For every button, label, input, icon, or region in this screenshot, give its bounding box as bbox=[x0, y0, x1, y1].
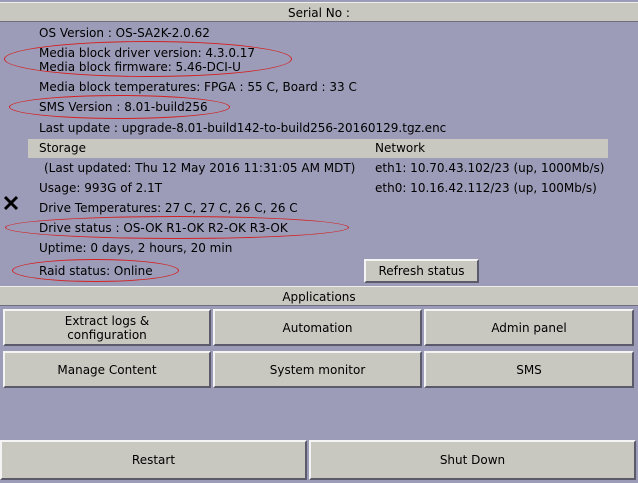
sms-version: SMS Version : 8.01-build256 bbox=[39, 100, 208, 114]
storage-usage: Usage: 993G of 2.1T bbox=[39, 181, 163, 195]
system-monitor-button[interactable]: System monitor bbox=[213, 351, 422, 388]
applications-title: Applications bbox=[282, 290, 356, 304]
extract-logs-label-line1: Extract logs & bbox=[64, 313, 150, 328]
drive-status: Drive status : OS-OK R1-OK R2-OK R3-OK bbox=[39, 221, 288, 235]
restart-button[interactable]: Restart bbox=[0, 440, 307, 480]
media-block-driver: Media block driver version: 4.3.0.17 bbox=[39, 46, 256, 60]
storage-header: Storage bbox=[39, 141, 86, 155]
last-update: Last update : upgrade-8.01-build142-to-b… bbox=[39, 121, 447, 135]
media-block-firmware: Media block firmware: 5.46-DCI-U bbox=[39, 60, 241, 74]
manage-content-button[interactable]: Manage Content bbox=[3, 351, 211, 388]
shut-down-button[interactable]: Shut Down bbox=[309, 440, 636, 480]
extract-logs-label: Extract logs & configuration bbox=[65, 314, 150, 342]
applications-header: Applications bbox=[0, 286, 638, 306]
uptime: Uptime: 0 days, 2 hours, 20 min bbox=[39, 241, 233, 255]
network-header: Network bbox=[375, 141, 426, 155]
storage-network-header: Storage Network bbox=[28, 139, 608, 158]
eth0-status: eth0: 10.16.42.112/23 (up, 100Mb/s) bbox=[375, 181, 597, 195]
serial-header: Serial No : bbox=[0, 2, 638, 22]
extract-logs-label-line2: configuration bbox=[67, 327, 147, 342]
extract-logs-button[interactable]: Extract logs & configuration bbox=[3, 309, 211, 346]
automation-button[interactable]: Automation bbox=[213, 309, 422, 346]
raid-status: Raid status: Online bbox=[39, 264, 153, 278]
drive-temperatures: Drive Temperatures: 27 C, 27 C, 26 C, 26… bbox=[39, 201, 298, 215]
admin-panel-button[interactable]: Admin panel bbox=[424, 309, 634, 346]
storage-last-updated: (Last updated: Thu 12 May 2016 11:31:05 … bbox=[44, 161, 356, 175]
refresh-status-button[interactable]: Refresh status bbox=[364, 259, 479, 283]
media-block-temperatures: Media block temperatures: FPGA : 55 C, B… bbox=[39, 80, 357, 94]
os-version: OS Version : OS-SA2K-2.0.62 bbox=[39, 26, 210, 40]
sms-button[interactable]: SMS bbox=[424, 351, 634, 388]
x-icon bbox=[3, 195, 19, 211]
serial-title: Serial No : bbox=[288, 6, 350, 20]
eth1-status: eth1: 10.70.43.102/23 (up, 1000Mb/s) bbox=[375, 161, 605, 175]
